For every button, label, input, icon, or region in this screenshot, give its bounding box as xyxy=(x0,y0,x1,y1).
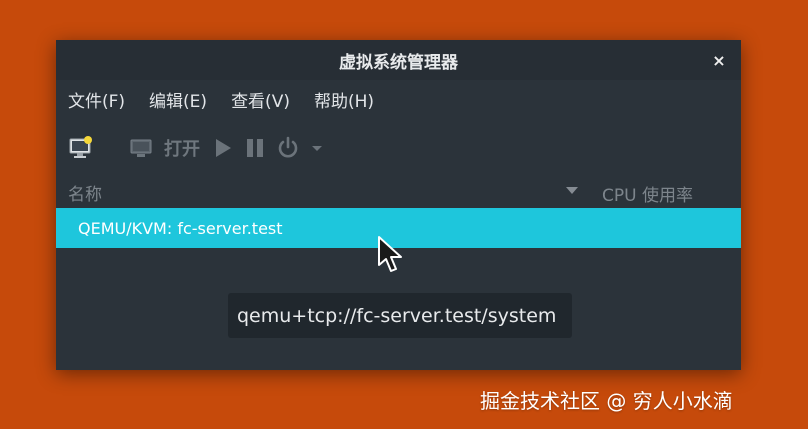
menu-edit[interactable]: 编辑(E) xyxy=(149,87,207,112)
play-icon xyxy=(216,139,231,157)
console-button[interactable] xyxy=(128,134,154,162)
column-cpu-usage[interactable]: CPU 使用率 xyxy=(602,181,693,206)
console-icon xyxy=(130,139,152,157)
menu-file[interactable]: 文件(F) xyxy=(68,87,125,112)
sort-descending-icon[interactable] xyxy=(566,187,578,194)
menu-help[interactable]: 帮助(H) xyxy=(314,87,374,112)
connection-tooltip: qemu+tcp://fc-server.test/system xyxy=(228,293,572,338)
menu-bar: 文件(F) 编辑(E) 查看(V) 帮助(H) xyxy=(56,80,741,118)
mouse-cursor-icon xyxy=(378,236,402,272)
power-icon xyxy=(278,136,298,158)
close-button[interactable]: × xyxy=(707,48,731,72)
window-title: 虚拟系统管理器 xyxy=(339,52,458,73)
power-menu-dropdown[interactable] xyxy=(310,134,324,162)
watermark: 掘金技术社区 @ 穷人小水滴 xyxy=(480,389,733,413)
open-button[interactable]: 打开 xyxy=(164,134,200,162)
chevron-down-icon xyxy=(312,146,322,151)
pause-button[interactable] xyxy=(244,134,266,162)
new-vm-button[interactable] xyxy=(68,134,94,162)
title-bar[interactable]: 虚拟系统管理器 × xyxy=(56,40,741,80)
connection-label: QEMU/KVM: fc-server.test xyxy=(78,218,283,238)
power-button[interactable] xyxy=(276,134,300,162)
new-vm-icon xyxy=(69,136,92,158)
menu-view[interactable]: 查看(V) xyxy=(231,87,290,112)
toolbar: 打开 xyxy=(56,118,741,178)
desktop: 虚拟系统管理器 × 文件(F) 编辑(E) 查看(V) 帮助(H) 打开 名称 … xyxy=(0,0,808,429)
tooltip-text: qemu+tcp://fc-server.test/system xyxy=(237,304,557,327)
column-header: 名称 CPU 使用率 xyxy=(56,178,741,207)
run-button[interactable] xyxy=(212,134,234,162)
pause-icon xyxy=(247,139,263,157)
